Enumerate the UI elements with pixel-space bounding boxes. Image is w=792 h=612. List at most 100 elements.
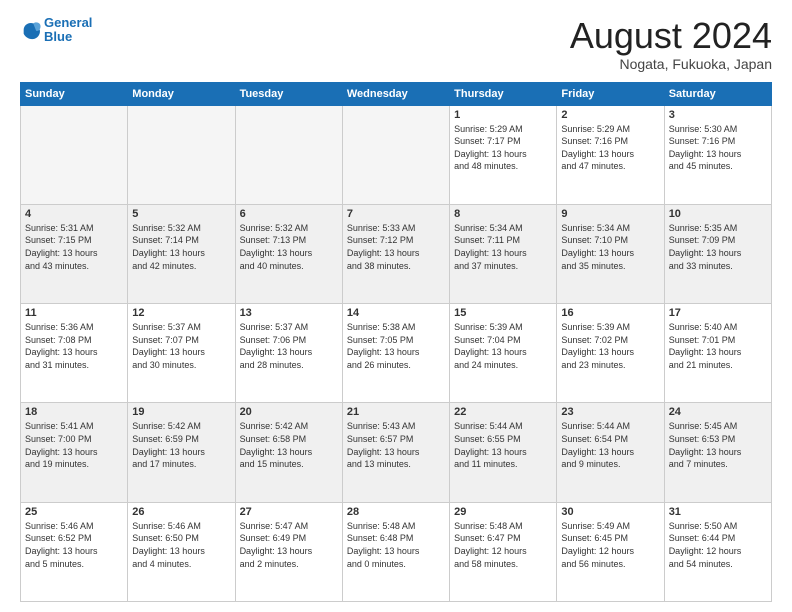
table-row: 8 Sunrise: 5:34 AM Sunset: 7:11 PM Daylig…: [450, 204, 557, 303]
day-info: Sunrise: 5:49 AM Sunset: 6:45 PM Dayligh…: [561, 520, 659, 570]
day-info: Sunrise: 5:44 AM Sunset: 6:54 PM Dayligh…: [561, 420, 659, 470]
col-tuesday: Tuesday: [235, 82, 342, 105]
day-number: 17: [669, 307, 767, 319]
day-info: Sunrise: 5:44 AM Sunset: 6:55 PM Dayligh…: [454, 420, 552, 470]
table-row: 10 Sunrise: 5:35 AM Sunset: 7:09 PM Dayli…: [664, 204, 771, 303]
calendar-week-row: 18 Sunrise: 5:41 AM Sunset: 7:00 PM Dayli…: [21, 403, 772, 502]
table-row: [128, 105, 235, 204]
day-info: Sunrise: 5:40 AM Sunset: 7:01 PM Dayligh…: [669, 321, 767, 371]
table-row: 11 Sunrise: 5:36 AM Sunset: 7:08 PM Dayli…: [21, 304, 128, 403]
col-saturday: Saturday: [664, 82, 771, 105]
day-info: Sunrise: 5:31 AM Sunset: 7:15 PM Dayligh…: [25, 222, 123, 272]
day-info: Sunrise: 5:41 AM Sunset: 7:00 PM Dayligh…: [25, 420, 123, 470]
location: Nogata, Fukuoka, Japan: [570, 56, 772, 72]
day-number: 13: [240, 307, 338, 319]
day-number: 5: [132, 208, 230, 220]
day-info: Sunrise: 5:35 AM Sunset: 7:09 PM Dayligh…: [669, 222, 767, 272]
day-number: 8: [454, 208, 552, 220]
day-number: 22: [454, 406, 552, 418]
day-number: 18: [25, 406, 123, 418]
col-sunday: Sunday: [21, 82, 128, 105]
day-number: 20: [240, 406, 338, 418]
col-friday: Friday: [557, 82, 664, 105]
day-number: 30: [561, 506, 659, 518]
day-number: 6: [240, 208, 338, 220]
day-number: 1: [454, 109, 552, 121]
calendar-week-row: 1 Sunrise: 5:29 AM Sunset: 7:17 PM Daylig…: [21, 105, 772, 204]
day-number: 7: [347, 208, 445, 220]
day-info: Sunrise: 5:48 AM Sunset: 6:48 PM Dayligh…: [347, 520, 445, 570]
day-info: Sunrise: 5:36 AM Sunset: 7:08 PM Dayligh…: [25, 321, 123, 371]
day-number: 29: [454, 506, 552, 518]
table-row: 20 Sunrise: 5:42 AM Sunset: 6:58 PM Dayli…: [235, 403, 342, 502]
day-info: Sunrise: 5:47 AM Sunset: 6:49 PM Dayligh…: [240, 520, 338, 570]
day-number: 12: [132, 307, 230, 319]
day-info: Sunrise: 5:34 AM Sunset: 7:10 PM Dayligh…: [561, 222, 659, 272]
day-number: 26: [132, 506, 230, 518]
day-info: Sunrise: 5:29 AM Sunset: 7:16 PM Dayligh…: [561, 123, 659, 173]
table-row: 28 Sunrise: 5:48 AM Sunset: 6:48 PM Dayli…: [342, 502, 449, 601]
table-row: 4 Sunrise: 5:31 AM Sunset: 7:15 PM Daylig…: [21, 204, 128, 303]
day-info: Sunrise: 5:45 AM Sunset: 6:53 PM Dayligh…: [669, 420, 767, 470]
table-row: 1 Sunrise: 5:29 AM Sunset: 7:17 PM Daylig…: [450, 105, 557, 204]
table-row: 26 Sunrise: 5:46 AM Sunset: 6:50 PM Dayli…: [128, 502, 235, 601]
table-row: 13Sunrise: 5:37 AM Sunset: 7:06 PM Dayli…: [235, 304, 342, 403]
day-info: Sunrise: 5:37 AM Sunset: 7:07 PM Dayligh…: [132, 321, 230, 371]
day-number: 10: [669, 208, 767, 220]
table-row: 15 Sunrise: 5:39 AM Sunset: 7:04 PM Dayli…: [450, 304, 557, 403]
logo-blue: Blue: [44, 29, 72, 44]
table-row: 27 Sunrise: 5:47 AM Sunset: 6:49 PM Dayli…: [235, 502, 342, 601]
day-number: 31: [669, 506, 767, 518]
header: General Blue August 2024 Nogata, Fukuoka…: [20, 16, 772, 72]
day-info: Sunrise: 5:33 AM Sunset: 7:12 PM Dayligh…: [347, 222, 445, 272]
day-number: 21: [347, 406, 445, 418]
day-number: 24: [669, 406, 767, 418]
day-info: Sunrise: 5:42 AM Sunset: 6:58 PM Dayligh…: [240, 420, 338, 470]
day-number: 4: [25, 208, 123, 220]
logo-icon: [20, 19, 42, 41]
page: General Blue August 2024 Nogata, Fukuoka…: [0, 0, 792, 612]
day-number: 25: [25, 506, 123, 518]
day-info: Sunrise: 5:46 AM Sunset: 6:50 PM Dayligh…: [132, 520, 230, 570]
day-info: Sunrise: 5:29 AM Sunset: 7:17 PM Dayligh…: [454, 123, 552, 173]
table-row: [342, 105, 449, 204]
table-row: 17 Sunrise: 5:40 AM Sunset: 7:01 PM Dayli…: [664, 304, 771, 403]
day-number: 19: [132, 406, 230, 418]
day-info: Sunrise: 5:30 AM Sunset: 7:16 PM Dayligh…: [669, 123, 767, 173]
calendar-table: Sunday Monday Tuesday Wednesday Thursday…: [20, 82, 772, 602]
logo-general: General: [44, 15, 92, 30]
table-row: 19Sunrise: 5:42 AM Sunset: 6:59 PM Dayli…: [128, 403, 235, 502]
table-row: 18 Sunrise: 5:41 AM Sunset: 7:00 PM Dayli…: [21, 403, 128, 502]
calendar-week-row: 4 Sunrise: 5:31 AM Sunset: 7:15 PM Daylig…: [21, 204, 772, 303]
day-info: Sunrise: 5:39 AM Sunset: 7:04 PM Dayligh…: [454, 321, 552, 371]
day-info: Sunrise: 5:39 AM Sunset: 7:02 PM Dayligh…: [561, 321, 659, 371]
table-row: 29Sunrise: 5:48 AM Sunset: 6:47 PM Dayli…: [450, 502, 557, 601]
day-number: 16: [561, 307, 659, 319]
table-row: [21, 105, 128, 204]
day-number: 2: [561, 109, 659, 121]
table-row: 12 Sunrise: 5:37 AM Sunset: 7:07 PM Dayli…: [128, 304, 235, 403]
day-info: Sunrise: 5:46 AM Sunset: 6:52 PM Dayligh…: [25, 520, 123, 570]
day-number: 3: [669, 109, 767, 121]
col-wednesday: Wednesday: [342, 82, 449, 105]
title-block: August 2024 Nogata, Fukuoka, Japan: [570, 16, 772, 72]
table-row: 31Sunrise: 5:50 AM Sunset: 6:44 PM Dayli…: [664, 502, 771, 601]
day-number: 15: [454, 307, 552, 319]
table-row: 25 Sunrise: 5:46 AM Sunset: 6:52 PM Dayli…: [21, 502, 128, 601]
table-row: [235, 105, 342, 204]
table-row: 9Sunrise: 5:34 AM Sunset: 7:10 PM Daylig…: [557, 204, 664, 303]
table-row: 2 Sunrise: 5:29 AM Sunset: 7:16 PM Daylig…: [557, 105, 664, 204]
day-number: 27: [240, 506, 338, 518]
table-row: 30 Sunrise: 5:49 AM Sunset: 6:45 PM Dayli…: [557, 502, 664, 601]
day-info: Sunrise: 5:43 AM Sunset: 6:57 PM Dayligh…: [347, 420, 445, 470]
col-monday: Monday: [128, 82, 235, 105]
day-number: 14: [347, 307, 445, 319]
day-info: Sunrise: 5:32 AM Sunset: 7:13 PM Dayligh…: [240, 222, 338, 272]
day-info: Sunrise: 5:34 AM Sunset: 7:11 PM Dayligh…: [454, 222, 552, 272]
calendar-week-row: 11 Sunrise: 5:36 AM Sunset: 7:08 PM Dayli…: [21, 304, 772, 403]
table-row: 23Sunrise: 5:44 AM Sunset: 6:54 PM Dayli…: [557, 403, 664, 502]
day-number: 11: [25, 307, 123, 319]
table-row: 5Sunrise: 5:32 AM Sunset: 7:14 PM Daylig…: [128, 204, 235, 303]
table-row: 14Sunrise: 5:38 AM Sunset: 7:05 PM Dayli…: [342, 304, 449, 403]
day-number: 28: [347, 506, 445, 518]
